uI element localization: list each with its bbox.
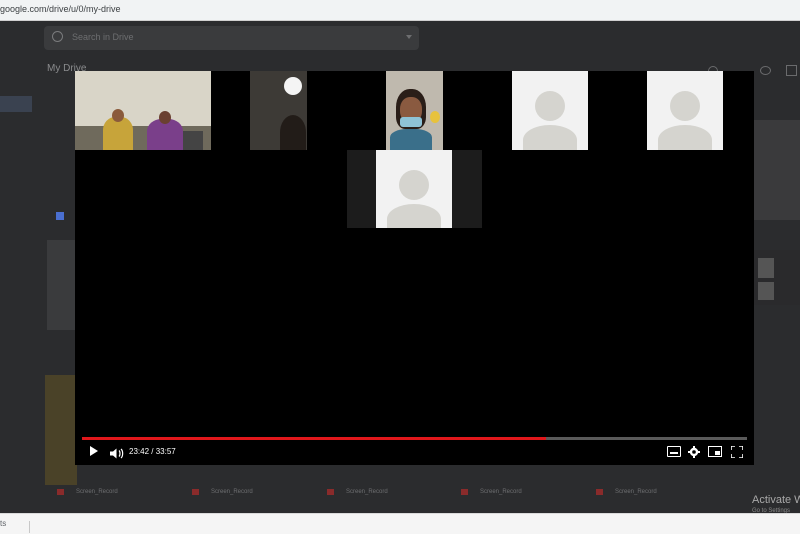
participant-video-tile: [386, 71, 443, 150]
video-file-icon: [461, 489, 468, 495]
sidebar-selected-item[interactable]: [0, 96, 32, 112]
file-name[interactable]: Screen_Record: [346, 489, 388, 495]
time-separator: /: [151, 447, 154, 456]
doc-icon: [56, 212, 64, 220]
participant-avatar: [647, 71, 723, 150]
video-file-icon: [596, 489, 603, 495]
search-options-icon[interactable]: [406, 35, 412, 39]
play-icon[interactable]: [90, 446, 98, 456]
video-file-icon: [327, 489, 334, 495]
bottom-bar-text: ts: [0, 519, 7, 528]
video-time-display: 23:42 / 33:57: [129, 447, 176, 456]
bottom-bar: [0, 513, 800, 534]
search-placeholder: Search in Drive: [72, 32, 134, 42]
video-file-icon: [57, 489, 64, 495]
activate-windows-title: Activate W: [752, 494, 800, 506]
divider: [29, 521, 30, 533]
participant-avatar: [512, 71, 588, 150]
file-card[interactable]: [47, 240, 77, 330]
file-thumbnail[interactable]: [45, 375, 77, 485]
video-progress-fill[interactable]: [82, 437, 546, 440]
file-name[interactable]: Screen_Record: [480, 489, 522, 495]
file-thumbnail[interactable]: [754, 120, 800, 220]
grid-view-icon[interactable]: [786, 65, 797, 76]
miniplayer-icon[interactable]: [708, 446, 722, 457]
participant-video-tile: [250, 71, 307, 150]
duration: 33:57: [155, 447, 176, 456]
file-name[interactable]: Screen_Record: [211, 489, 253, 495]
address-bar-url[interactable]: google.com/drive/u/0/my-drive: [0, 4, 121, 14]
thumbnail-person: [758, 258, 774, 278]
volume-icon[interactable]: [110, 446, 124, 459]
video-file-icon: [192, 489, 199, 495]
file-name[interactable]: Screen_Record: [615, 489, 657, 495]
thumbnail-person: [758, 282, 774, 300]
file-name[interactable]: Screen_Record: [76, 489, 118, 495]
current-time: 23:42: [129, 447, 150, 456]
settings-gear-icon[interactable]: [688, 445, 700, 458]
search-icon: [52, 31, 63, 42]
subtitles-icon[interactable]: [667, 446, 681, 457]
participant-avatar: [376, 150, 452, 228]
view-icon[interactable]: [760, 66, 771, 75]
fullscreen-icon[interactable]: [730, 445, 744, 459]
participant-video-tile: [75, 71, 211, 150]
